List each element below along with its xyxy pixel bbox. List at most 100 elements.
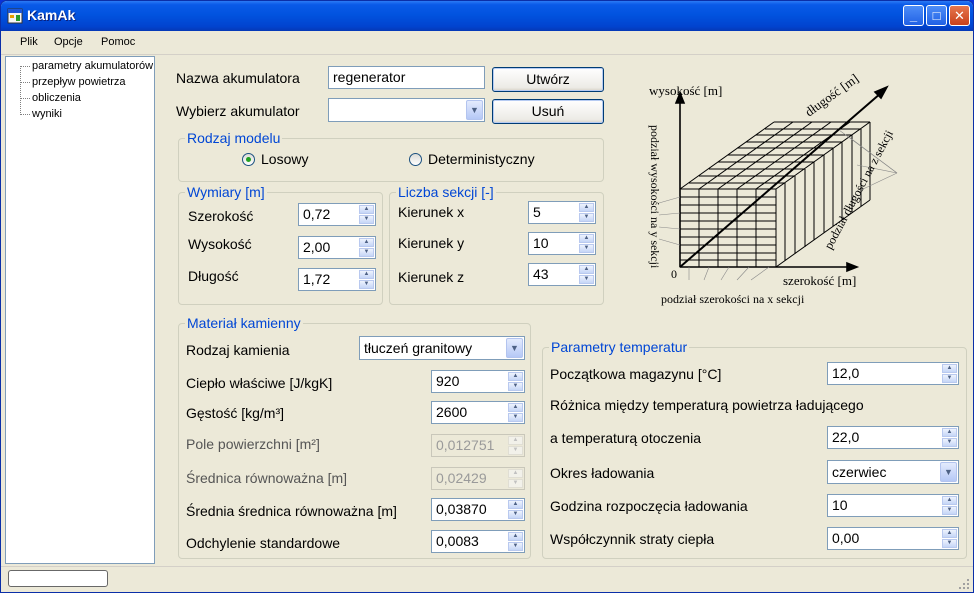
maximize-icon: □ (932, 8, 941, 23)
arrow-down-icon[interactable]: ▼ (508, 542, 523, 551)
close-button[interactable]: ✕ (949, 5, 970, 26)
app-window-icon (7, 8, 23, 24)
arrow-up-icon[interactable]: ▲ (508, 532, 523, 541)
arrow-up-icon[interactable]: ▲ (359, 270, 374, 279)
stone-type-value: tłuczeń granitowy (364, 340, 473, 356)
surface-area-stepper: 0,012751 ▲ ▼ (431, 434, 525, 457)
chevron-down-icon[interactable]: ▼ (940, 462, 957, 482)
arrow-down-icon[interactable]: ▼ (508, 382, 523, 391)
arrow-up-icon: ▲ (508, 436, 523, 445)
specific-heat-value: 920 (436, 373, 460, 389)
tree-connector (20, 66, 21, 115)
arrow-down-icon[interactable]: ▼ (359, 248, 374, 257)
dimensions-title: Wymiary [m] (185, 184, 267, 200)
accumulator-diagram: wysokość [m] długość [m] szerokość [m] 0… (648, 71, 898, 306)
arrow-up-icon[interactable]: ▲ (508, 403, 523, 412)
charging-start-hour-stepper[interactable]: 10 ▲ ▼ (827, 494, 959, 517)
model-random-label[interactable]: Losowy (261, 151, 308, 167)
density-stepper[interactable]: 2600 ▲ ▼ (431, 401, 525, 424)
charging-start-hour-label: Godzina rozpoczęcia ładowania (550, 498, 748, 514)
diagram-length-label: długość [m] (802, 71, 861, 120)
menu-file[interactable]: Plik (20, 36, 38, 48)
arrow-down-icon: ▼ (508, 479, 523, 488)
tree-item-battery-parameters[interactable]: parametry akumulatorów (32, 60, 153, 72)
arrow-up-icon[interactable]: ▲ (942, 496, 957, 505)
battery-name-input[interactable]: regenerator (328, 66, 485, 89)
menu-help[interactable]: Pomoc (101, 36, 135, 48)
width-stepper[interactable]: 0,72 ▲ ▼ (298, 203, 376, 226)
sections-y-value: 10 (533, 235, 549, 251)
stone-type-label: Rodzaj kamienia (186, 342, 290, 358)
stone-type-combo[interactable]: tłuczeń granitowy ▼ (359, 336, 525, 360)
mean-equivalent-diameter-value: 0,03870 (436, 501, 487, 517)
minimize-button[interactable]: _ (903, 5, 924, 26)
tree-item-air-flow[interactable]: przepływ powietrza (32, 76, 126, 88)
height-label: Wysokość (188, 236, 252, 252)
create-button[interactable]: Utwórz (492, 67, 604, 92)
chevron-down-icon[interactable]: ▼ (466, 100, 483, 120)
arrow-down-icon[interactable]: ▼ (579, 275, 594, 284)
navigation-tree[interactable]: parametry akumulatorów przepływ powietrz… (5, 56, 155, 564)
model-random-radio[interactable] (242, 153, 255, 166)
arrow-up-icon[interactable]: ▲ (508, 372, 523, 381)
menu-bar: Plik Opcje Pomoc (1, 31, 973, 55)
arrow-up-icon[interactable]: ▲ (359, 238, 374, 247)
arrow-up-icon[interactable]: ▲ (579, 265, 594, 274)
arrow-down-icon[interactable]: ▼ (359, 215, 374, 224)
tree-item-results[interactable]: wyniki (32, 108, 62, 120)
arrow-up-icon[interactable]: ▲ (579, 234, 594, 243)
main-window: KamAk _ □ ✕ Plik Opcje Pomoc parametry a… (0, 0, 974, 593)
tree-item-calculations[interactable]: obliczenia (32, 92, 81, 104)
arrow-up-icon[interactable]: ▲ (942, 428, 957, 437)
width-value: 0,72 (303, 206, 331, 222)
arrow-down-icon[interactable]: ▼ (579, 244, 594, 253)
delete-button[interactable]: Usuń (492, 99, 604, 124)
arrow-down-icon[interactable]: ▼ (579, 213, 594, 222)
arrow-down-icon[interactable]: ▼ (508, 510, 523, 519)
minimize-icon: _ (909, 8, 918, 23)
temperature-difference-stepper[interactable]: 22,0 ▲ ▼ (827, 426, 959, 449)
model-type-title: Rodzaj modelu (185, 130, 283, 146)
arrow-down-icon[interactable]: ▼ (942, 506, 957, 515)
maximize-button[interactable]: □ (926, 5, 947, 26)
arrow-down-icon[interactable]: ▼ (942, 539, 957, 548)
sections-x-stepper[interactable]: 5 ▲ ▼ (528, 201, 596, 224)
initial-temperature-stepper[interactable]: 12,0 ▲ ▼ (827, 362, 959, 385)
height-stepper[interactable]: 2,00 ▲ ▼ (298, 236, 376, 259)
model-deterministic-radio[interactable] (409, 153, 422, 166)
specific-heat-stepper[interactable]: 920 ▲ ▼ (431, 370, 525, 393)
initial-temperature-label: Początkowa magazynu [°C] (550, 366, 722, 382)
sections-y-stepper[interactable]: 10 ▲ ▼ (528, 232, 596, 255)
arrow-down-icon[interactable]: ▼ (942, 438, 957, 447)
model-deterministic-label[interactable]: Deterministyczny (428, 151, 535, 167)
standard-deviation-stepper[interactable]: 0,0083 ▲ ▼ (431, 530, 525, 553)
mean-equivalent-diameter-stepper[interactable]: 0,03870 ▲ ▼ (431, 498, 525, 521)
sections-z-stepper[interactable]: 43 ▲ ▼ (528, 263, 596, 286)
length-stepper[interactable]: 1,72 ▲ ▼ (298, 268, 376, 291)
temperature-difference-label-2: a temperaturą otoczenia (550, 430, 701, 446)
menu-options[interactable]: Opcje (54, 36, 83, 48)
diagram-origin-label: 0 (671, 267, 677, 281)
resize-grip-icon[interactable] (958, 578, 970, 590)
arrow-down-icon[interactable]: ▼ (942, 374, 957, 383)
arrow-up-icon[interactable]: ▲ (359, 205, 374, 214)
charging-period-combo[interactable]: czerwiec ▼ (827, 460, 959, 484)
tree-connector (20, 82, 30, 83)
charging-start-hour-value: 10 (832, 497, 848, 513)
arrow-up-icon[interactable]: ▲ (579, 203, 594, 212)
temperature-difference-value: 22,0 (832, 429, 860, 445)
arrow-up-icon[interactable]: ▲ (508, 500, 523, 509)
stone-material-title: Materiał kamienny (185, 315, 303, 331)
select-battery-combo[interactable]: ▼ (328, 98, 485, 122)
chevron-down-icon[interactable]: ▼ (506, 338, 523, 358)
arrow-down-icon[interactable]: ▼ (359, 280, 374, 289)
arrow-up-icon[interactable]: ▲ (942, 364, 957, 373)
model-type-group: Rodzaj modelu Losowy Deterministyczny (178, 130, 604, 182)
length-label: Długość (188, 268, 239, 284)
title-bar[interactable]: KamAk _ □ ✕ (1, 1, 973, 31)
arrow-down-icon[interactable]: ▼ (508, 413, 523, 422)
arrow-up-icon[interactable]: ▲ (942, 529, 957, 538)
charging-period-label: Okres ładowania (550, 465, 655, 481)
heat-loss-coefficient-stepper[interactable]: 0,00 ▲ ▼ (827, 527, 959, 550)
status-bar (1, 566, 973, 592)
